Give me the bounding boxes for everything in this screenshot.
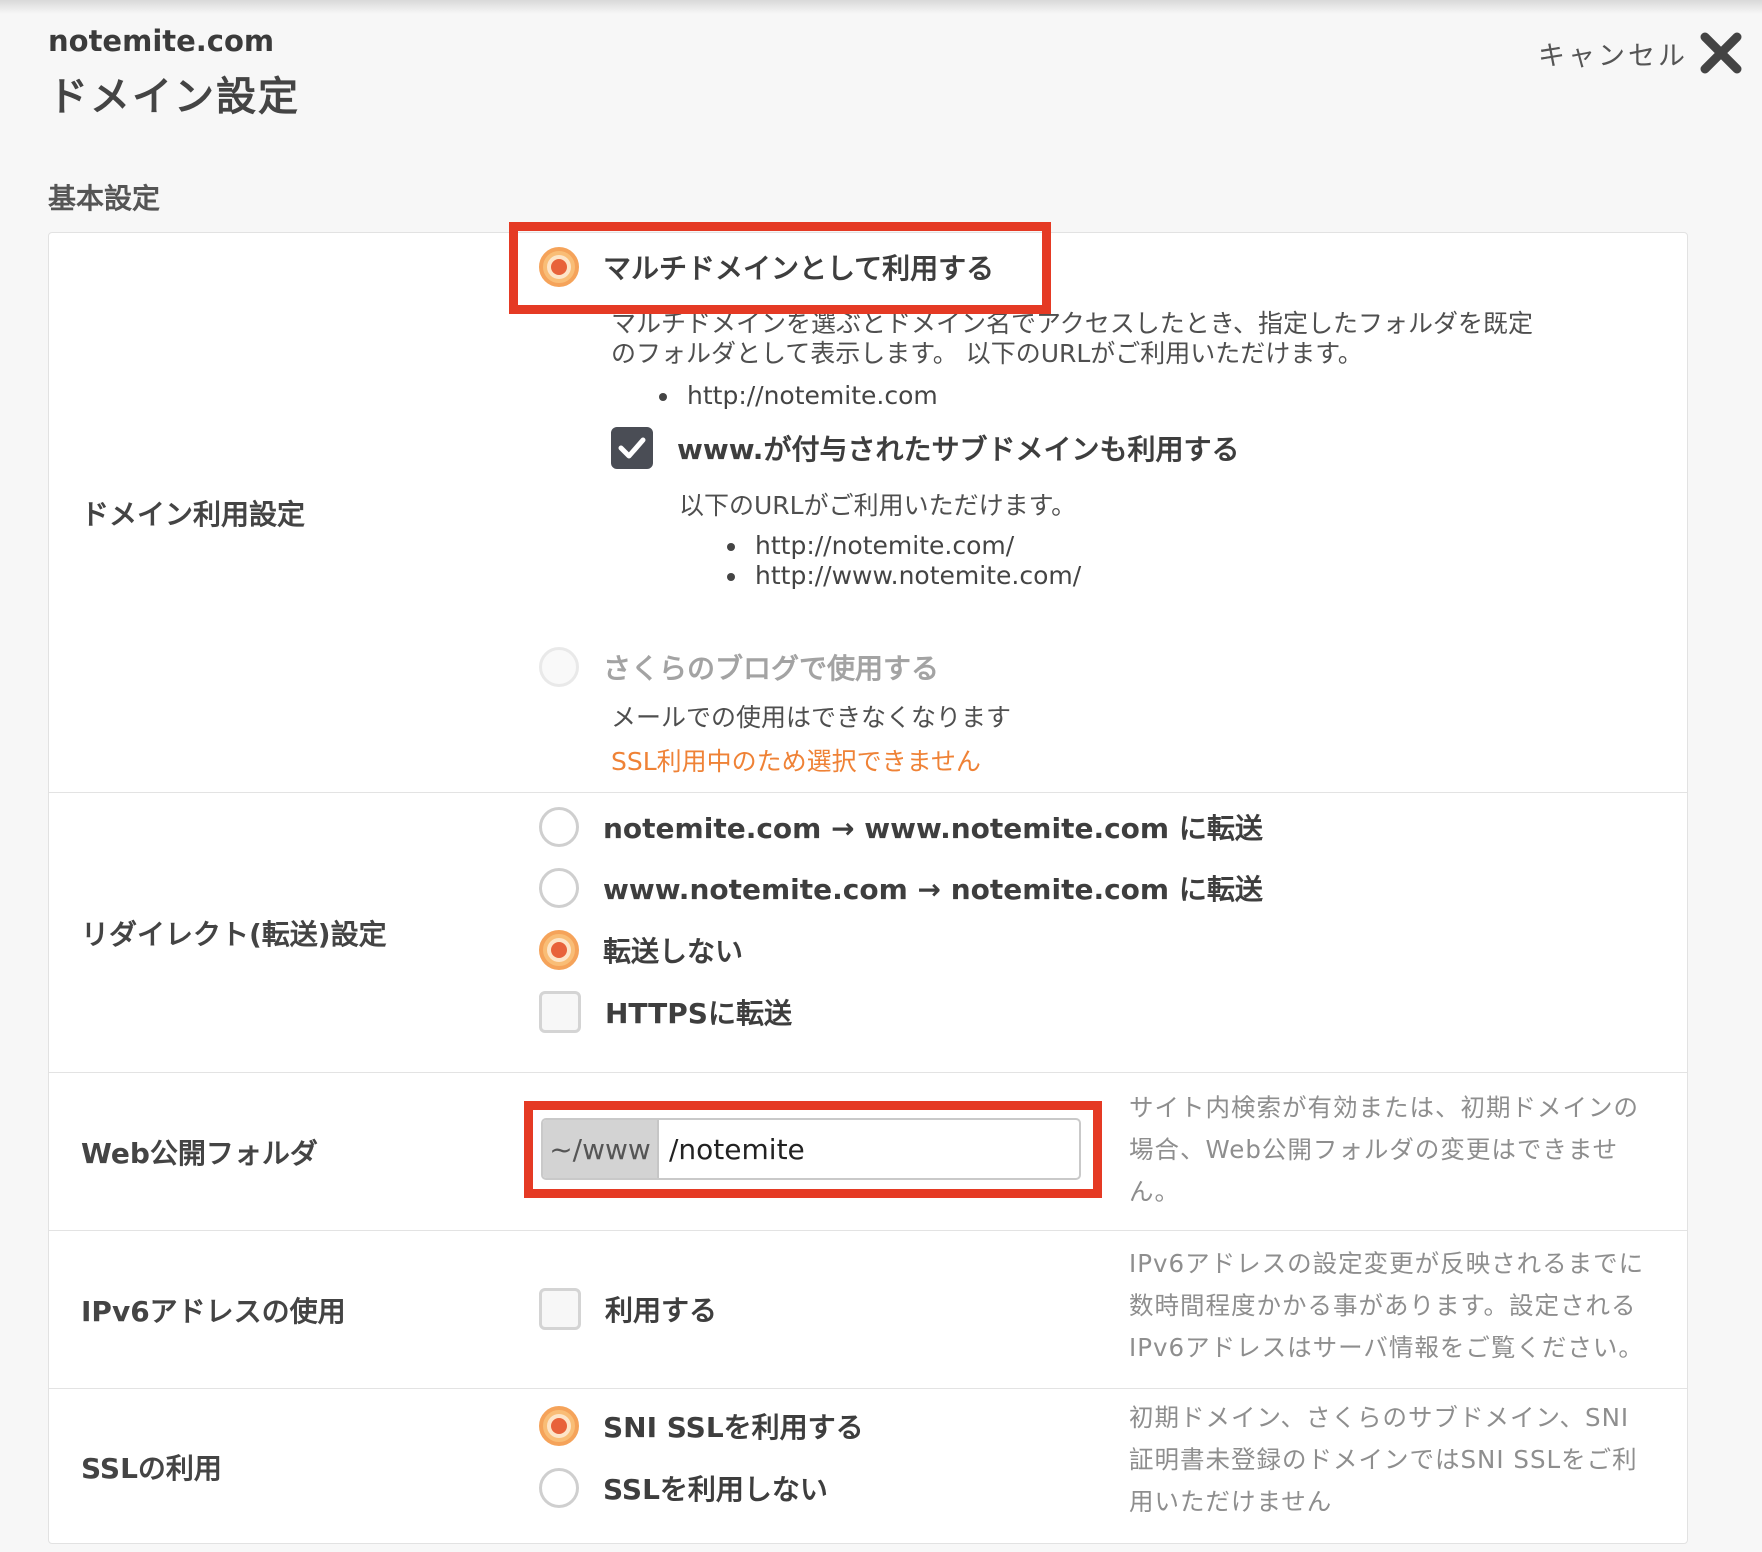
redirect-to-www-radio[interactable] [539, 807, 579, 847]
cancel-label: キャンセル [1538, 40, 1688, 72]
redirect-to-bare-label: www.notemite.com → notemite.com に転送 [603, 873, 1263, 906]
redirect-to-www-label: notemite.com → www.notemite.com に転送 [603, 812, 1263, 845]
row-label-ssl: SSLの利用 [81, 1451, 222, 1485]
no-redirect-radio[interactable] [539, 930, 579, 970]
sni-ssl-radio[interactable] [539, 1406, 579, 1446]
https-redirect-label: HTTPSに転送 [605, 997, 792, 1030]
www-subdomain-option[interactable]: www.が付与されたサブドメインも利用する [611, 427, 1239, 469]
top-shadow [0, 0, 1762, 14]
sakura-blog-radio[interactable] [539, 647, 579, 687]
row-ipv6: IPv6アドレスの使用 利用する IPv6アドレスの設定変更が反映されるまでに … [49, 1231, 1687, 1389]
sakura-blog-option[interactable]: さくらのブログで使用する [539, 647, 939, 687]
sni-ssl-label: SNI SSLを利用する [603, 1411, 864, 1444]
sakura-blog-label: さくらのブログで使用する [603, 652, 940, 685]
row-label-ipv6: IPv6アドレスの使用 [81, 1294, 346, 1328]
ipv6-label: 利用する [605, 1294, 718, 1327]
row-domain-usage: ドメイン利用設定 マルチドメインとして利用する マルチドメインを選ぶとドメイン名… [49, 233, 1687, 793]
row-label-redirect: リダイレクト(転送)設定 [81, 917, 387, 951]
row-ssl: SSLの利用 SNI SSLを利用する SSLを利用しない 初期ドメイン、さくら… [49, 1389, 1687, 1544]
ipv6-option[interactable]: 利用する [539, 1288, 717, 1330]
ipv6-help: IPv6アドレスの設定変更が反映されるまでに 数時間程度かかる事があります。設定… [1129, 1249, 1645, 1362]
section-title: 基本設定 [48, 182, 161, 215]
domain-name: notemite.com [48, 24, 275, 58]
highlight-box-web-folder [524, 1101, 1102, 1198]
redirect-to-bare-radio[interactable] [539, 868, 579, 908]
no-ssl-label: SSLを利用しない [603, 1473, 828, 1506]
sakura-blog-description: メールでの使用はできなくなります [611, 703, 1012, 732]
www-subdomain-description: 以下のURLがご利用いただけます。 [679, 491, 1077, 520]
close-icon[interactable] [1698, 30, 1744, 76]
no-redirect-option[interactable]: 転送しない [539, 930, 743, 970]
list-item: http://www.notemite.com/ [725, 561, 1081, 591]
ssl-warning: SSL利用中のため選択できません [611, 747, 981, 776]
list-item: http://notemite.com [657, 381, 938, 411]
row-label-domain-usage: ドメイン利用設定 [81, 497, 306, 531]
cancel-button[interactable]: キャンセル [1538, 30, 1744, 76]
row-redirect: リダイレクト(転送)設定 notemite.com → www.notemite… [49, 793, 1687, 1073]
https-redirect-option[interactable]: HTTPSに転送 [539, 991, 792, 1033]
redirect-to-bare-option[interactable]: www.notemite.com → notemite.com に転送 [539, 868, 1263, 908]
www-url-list: http://notemite.com/ http://www.notemite… [725, 531, 1081, 591]
no-ssl-radio[interactable] [539, 1468, 579, 1508]
ipv6-checkbox[interactable] [539, 1288, 581, 1330]
row-label-web-folder: Web公開フォルダ [81, 1136, 318, 1170]
settings-panel: ドメイン利用設定 マルチドメインとして利用する マルチドメインを選ぶとドメイン名… [48, 232, 1688, 1544]
multi-domain-description: マルチドメインを選ぶとドメイン名でアクセスしたとき、指定したフォルダを既定 のフ… [611, 309, 1534, 368]
page-title: ドメイン設定 [48, 74, 300, 120]
https-redirect-checkbox[interactable] [539, 991, 581, 1033]
redirect-to-www-option[interactable]: notemite.com → www.notemite.com に転送 [539, 807, 1263, 847]
multi-domain-url-list: http://notemite.com [657, 381, 938, 411]
sni-ssl-option[interactable]: SNI SSLを利用する [539, 1406, 864, 1446]
www-subdomain-checkbox[interactable] [611, 427, 653, 469]
no-redirect-label: 転送しない [603, 935, 744, 968]
checkmark-icon [618, 437, 646, 459]
no-ssl-option[interactable]: SSLを利用しない [539, 1468, 828, 1508]
www-subdomain-label: www.が付与されたサブドメインも利用する [677, 433, 1240, 466]
web-folder-help: サイト内検索が有効または、初期ドメインの 場合、Web公開フォルダの変更はできま… [1129, 1093, 1639, 1206]
highlight-box-multi-domain [509, 222, 1051, 314]
list-item: http://notemite.com/ [725, 531, 1081, 561]
ssl-help: 初期ドメイン、さくらのサブドメイン、SNI 証明書未登録のドメインではSNI S… [1129, 1403, 1638, 1516]
